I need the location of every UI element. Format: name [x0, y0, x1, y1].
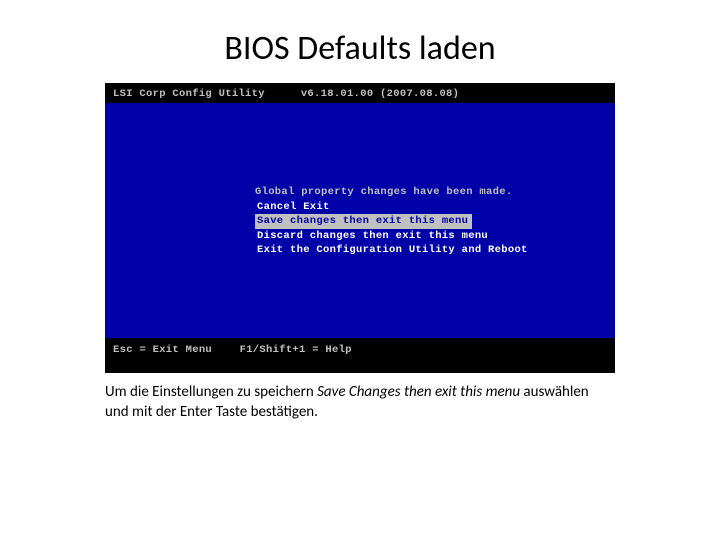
menu-prompt: Global property changes have been made.: [255, 185, 532, 199]
exit-menu: Global property changes have been made. …: [255, 185, 532, 257]
caption-text-italic: Save Changes then exit this menu: [317, 383, 520, 401]
slide-title: BIOS Defaults laden: [0, 0, 720, 83]
footer-help-hint: F1/Shift+1 = Help: [240, 344, 352, 356]
bios-version: v6.18.01.00 (2007.08.08): [301, 88, 459, 100]
menu-item-discard-exit[interactable]: Discard changes then exit this menu: [255, 229, 532, 243]
menu-item-exit-reboot[interactable]: Exit the Configuration Utility and Reboo…: [255, 243, 532, 257]
bios-footer-bar: Esc = Exit Menu F1/Shift+1 = Help: [105, 338, 615, 373]
menu-item-save-exit[interactable]: Save changes then exit this menu: [255, 214, 472, 228]
bios-screen: LSI Corp Config Utility v6.18.01.00 (2007…: [105, 83, 615, 373]
bios-body: Global property changes have been made. …: [105, 103, 615, 338]
footer-esc-hint: Esc = Exit Menu: [113, 343, 233, 357]
bios-header-bar: LSI Corp Config Utility v6.18.01.00 (2007…: [105, 83, 615, 103]
bios-app-name: LSI Corp Config Utility: [113, 88, 265, 100]
slide-caption: Um die Einstellungen zu speichern Save C…: [105, 383, 615, 422]
caption-text-pre: Um die Einstellungen zu speichern: [105, 383, 317, 401]
menu-item-cancel-exit[interactable]: Cancel Exit: [255, 200, 532, 214]
